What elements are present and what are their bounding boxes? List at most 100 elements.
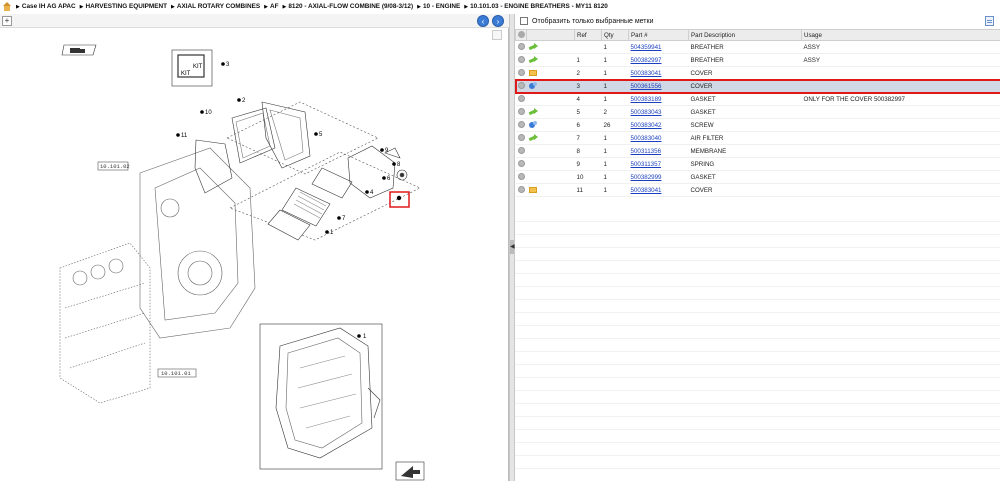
- table-row[interactable]: 1 504359941 BREATHER ASSY: [515, 40, 1000, 54]
- row-select-icon[interactable]: [517, 95, 525, 103]
- breadcrumb-label[interactable]: Case IH AG APAC: [22, 3, 76, 10]
- breadcrumb-label[interactable]: 8120 - AXIAL-FLOW COMBINE (9/08-3/12): [288, 3, 413, 10]
- nav-back-button[interactable]: ‹: [477, 15, 489, 27]
- breadcrumb-item[interactable]: ▶ 8120 - AXIAL-FLOW COMBINE (9/08-3/12): [282, 3, 413, 10]
- table-row[interactable]: 4 1 500383189 GASKET ONLY FOR THE COVER 5003…: [515, 92, 1000, 106]
- breadcrumb-item[interactable]: ▶ Case IH AG APAC: [16, 3, 76, 10]
- callout-4[interactable]: 4: [370, 190, 374, 196]
- breadcrumb-label[interactable]: 10.101.03 - ENGINE BREATHERS - MY11 8120: [470, 3, 608, 10]
- part-number-link[interactable]: 500383040: [631, 135, 662, 142]
- kit-box-icon[interactable]: KIT KIT: [171, 49, 213, 87]
- header-usage[interactable]: Usage: [801, 29, 1000, 41]
- green-arrow-icon[interactable]: [529, 56, 539, 64]
- part-number-link[interactable]: 500382999: [631, 174, 662, 181]
- folder-icon[interactable]: [528, 186, 537, 193]
- row-select-icon[interactable]: [517, 43, 525, 51]
- table-row[interactable]: 1 1 500382997 BREATHER ASSY: [515, 53, 1000, 67]
- exploded-parts-diagram[interactable]: KIT KIT 3 2 10 11 5 9 8 6 4 7 1 10.101.0…: [0, 28, 509, 481]
- row-select-icon[interactable]: [517, 147, 525, 155]
- breather-assembly[interactable]: [347, 145, 408, 199]
- row-select-cell[interactable]: [515, 40, 527, 54]
- row-select-cell[interactable]: [515, 79, 527, 93]
- part-number-link[interactable]: 500383043: [631, 109, 662, 116]
- part-number-link[interactable]: 500311356: [631, 148, 662, 155]
- row-select-icon[interactable]: [517, 121, 525, 129]
- part-number-link[interactable]: 500383189: [631, 96, 662, 103]
- part-number-link[interactable]: 500383042: [631, 122, 662, 129]
- callout-5[interactable]: 5: [319, 132, 323, 138]
- green-arrow-icon[interactable]: [529, 43, 539, 51]
- part-number-link[interactable]: 500382997: [631, 57, 662, 64]
- breadcrumb-label[interactable]: AF: [270, 3, 279, 10]
- callout-10[interactable]: 10: [205, 110, 212, 116]
- part-number-link[interactable]: 500383041: [631, 70, 662, 77]
- row-select-icon[interactable]: [517, 56, 525, 64]
- breadcrumb-item[interactable]: ▶ AF: [264, 3, 278, 10]
- table-row[interactable]: 11 1 500383041 COVER: [515, 183, 1000, 197]
- blue-parts-icon[interactable]: [528, 121, 538, 129]
- show-selected-label[interactable]: Отобразить только выбранные метки: [532, 18, 653, 25]
- nav-forward-button[interactable]: ›: [492, 15, 504, 27]
- ref-tag-bottom[interactable]: 10.101.01: [161, 370, 191, 377]
- row-select-icon[interactable]: [517, 108, 525, 116]
- table-row[interactable]: 5 2 500383043 GASKET: [515, 105, 1000, 119]
- transport-icon[interactable]: [61, 44, 97, 56]
- table-row[interactable]: 3 1 500361556 COVER: [514, 78, 1000, 94]
- breadcrumb-label[interactable]: HARVESTING EQUIPMENT: [85, 3, 167, 10]
- breadcrumb-item[interactable]: ▶ 10.101.03 - ENGINE BREATHERS - MY11 812…: [464, 3, 608, 10]
- detail-inset[interactable]: 1: [259, 323, 383, 470]
- header-part-number[interactable]: Part #: [628, 29, 689, 41]
- breather-cover-gasket[interactable]: [231, 101, 311, 169]
- part-number-link[interactable]: 500311357: [631, 161, 662, 168]
- callout-11[interactable]: 11: [181, 133, 188, 139]
- header-select-icon[interactable]: [515, 29, 527, 41]
- ref-tags[interactable]: 10.101.02 10.101.01: [97, 161, 197, 378]
- part-number-link[interactable]: 500361556: [631, 83, 662, 90]
- folder-icon[interactable]: [528, 69, 537, 76]
- callout-7[interactable]: 7: [342, 216, 346, 222]
- header-part-description[interactable]: Part Description: [688, 29, 802, 41]
- collapse-handle-icon[interactable]: ◀: [510, 240, 515, 254]
- header-qty[interactable]: Qty: [601, 29, 629, 41]
- breadcrumb-item[interactable]: ▶ 10 - ENGINE: [417, 3, 460, 10]
- row-select-icon[interactable]: [517, 173, 525, 181]
- home-icon[interactable]: [2, 2, 12, 11]
- breadcrumb-item[interactable]: ▶ HARVESTING EQUIPMENT: [80, 3, 167, 10]
- row-select-cell[interactable]: [515, 105, 527, 119]
- row-select-cell[interactable]: [515, 53, 527, 67]
- row-select-icon[interactable]: [517, 160, 525, 168]
- callout-2[interactable]: 2: [242, 98, 246, 104]
- callout-6[interactable]: 6: [387, 176, 391, 182]
- table-row[interactable]: 6 26 500383042 SCREW: [515, 118, 1000, 132]
- row-select-cell[interactable]: [515, 131, 527, 145]
- zoom-in-button[interactable]: +: [2, 16, 12, 26]
- table-row[interactable]: 2 1 500383041 COVER: [515, 66, 1000, 80]
- blue-parts-icon[interactable]: [528, 82, 538, 90]
- row-select-icon[interactable]: [517, 134, 525, 142]
- table-row[interactable]: 7 1 500383040 AIR FILTER: [515, 131, 1000, 145]
- air-filter[interactable]: [267, 167, 353, 241]
- callout-8[interactable]: 8: [397, 162, 401, 168]
- row-select-cell[interactable]: [515, 170, 527, 184]
- table-row[interactable]: 9 1 500311357 SPRING: [515, 157, 1000, 171]
- part-number-link[interactable]: 504359941: [631, 44, 662, 51]
- row-select-cell[interactable]: [515, 66, 527, 80]
- row-select-cell[interactable]: [515, 183, 527, 197]
- breadcrumb-label[interactable]: 10 - ENGINE: [423, 3, 460, 10]
- ref-tag-top[interactable]: 10.101.02: [100, 163, 130, 170]
- row-select-cell[interactable]: [515, 144, 527, 158]
- row-select-icon[interactable]: [517, 69, 525, 77]
- green-arrow-icon[interactable]: [529, 134, 539, 142]
- callout-1[interactable]: 1: [330, 230, 334, 236]
- row-select-cell[interactable]: [515, 92, 527, 106]
- breadcrumb-item[interactable]: ▶ AXIAL ROTARY COMBINES: [171, 3, 260, 10]
- part-number-link[interactable]: 500383041: [631, 187, 662, 194]
- table-row[interactable]: 10 1 500382999 GASKET: [515, 170, 1000, 184]
- export-list-icon[interactable]: [985, 16, 994, 26]
- show-selected-checkbox[interactable]: [520, 17, 528, 25]
- row-select-cell[interactable]: [515, 157, 527, 171]
- callout-kit[interactable]: 3: [226, 62, 230, 68]
- header-ref[interactable]: Ref: [574, 29, 602, 41]
- green-arrow-icon[interactable]: [529, 108, 539, 116]
- row-select-icon[interactable]: [517, 186, 525, 194]
